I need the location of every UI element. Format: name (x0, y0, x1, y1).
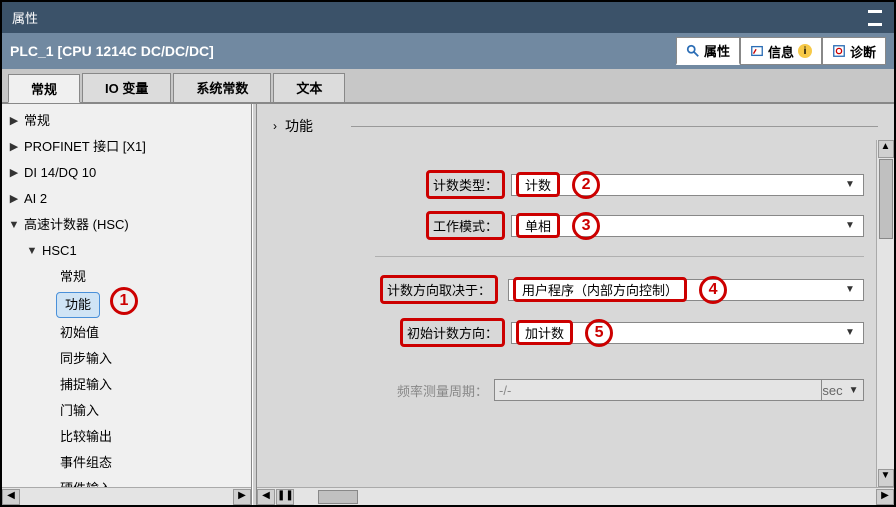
chevron-down-icon: ▼ (841, 220, 859, 231)
annotation-badge: 4 (699, 276, 727, 304)
select-work-mode[interactable]: 单相 3 ▼ (511, 215, 864, 237)
tree-panel: ▶常规 ▶PROFINET 接口 [X1] ▶DI 14/DQ 10 ▶AI 2… (2, 104, 252, 505)
scroll-right-icon[interactable]: ▶ (233, 489, 251, 505)
separator (375, 256, 864, 257)
label-work-mode: 工作模式： (426, 211, 505, 240)
hr-line (351, 126, 878, 127)
select-count-dir-dep[interactable]: 用户程序（内部方向控制） 4 ▼ (508, 279, 864, 301)
detail-vscrollbar[interactable]: ▲ ▼ (876, 140, 894, 487)
tree-item-hsc1-syncin[interactable]: 同步输入 (2, 346, 251, 372)
tab-diagnostics[interactable]: 诊断 (822, 37, 886, 65)
scroll-left-icon[interactable]: ◀ (257, 489, 275, 505)
tree-item-ai2[interactable]: ▶AI 2 (2, 186, 251, 212)
select-init-count-dir[interactable]: 加计数 5 ▼ (511, 322, 864, 344)
section-title: 功能 (285, 116, 313, 136)
tree-item-hsc1-evtcfg[interactable]: 事件组态 (2, 450, 251, 476)
chevron-down-icon: ▼ (8, 215, 20, 235)
titlebar: 属性 (2, 2, 894, 33)
device-name: PLC_1 [CPU 1214C DC/DC/DC] (10, 43, 214, 59)
chevron-down-icon: ▼ (26, 241, 38, 261)
chevron-down-icon: ▼ (841, 284, 859, 295)
scroll-thumb[interactable] (318, 490, 358, 504)
tree-content: ▶常规 ▶PROFINET 接口 [X1] ▶DI 14/DQ 10 ▶AI 2… (2, 104, 251, 487)
label-freq-period: 频率测量周期： (269, 381, 494, 400)
chevron-right-icon: ▶ (8, 137, 20, 157)
row-init-count-dir: 初始计数方向： 加计数 5 ▼ (269, 318, 864, 347)
detail-body: 计数类型： 计数 2 ▼ 工作模式： (257, 140, 876, 487)
chevron-right-icon: ▶ (8, 189, 20, 209)
tree-item-hsc1[interactable]: ▼HSC1 (2, 238, 251, 264)
chevron-right-icon: ▶ (8, 111, 20, 131)
annotation-badge: 1 (110, 287, 138, 315)
annotation-badge: 2 (572, 171, 600, 199)
detail-header: › 功能 (257, 104, 894, 140)
collapse-icon[interactable] (868, 10, 884, 26)
label-count-type: 计数类型： (426, 170, 505, 199)
info-icon (750, 44, 764, 58)
properties-icon (686, 44, 700, 58)
row-count-dir-dep: 计数方向取决于： 用户程序（内部方向控制） 4 ▼ (269, 273, 864, 306)
tab-label: 信息 (768, 42, 794, 61)
annotation-badge: 5 (585, 319, 613, 347)
page-tab-text[interactable]: 文本 (273, 73, 345, 102)
scroll-right-icon[interactable]: ▶ (876, 489, 894, 505)
select-value: 单相 (516, 213, 560, 238)
tab-label: 属性 (704, 41, 730, 60)
annotation-badge: 3 (572, 212, 600, 240)
select-value: 加计数 (516, 320, 573, 345)
body-area: ▶常规 ▶PROFINET 接口 [X1] ▶DI 14/DQ 10 ▶AI 2… (2, 103, 894, 505)
tree-item-di14dq10[interactable]: ▶DI 14/DQ 10 (2, 160, 251, 186)
chevron-right-icon: › (273, 119, 277, 133)
tree-item-profinet[interactable]: ▶PROFINET 接口 [X1] (2, 134, 251, 160)
label-count-dir-dep: 计数方向取决于： (376, 273, 502, 306)
select-value: 用户程序（内部方向控制） (513, 277, 687, 302)
page-tabs: 常规 IO 变量 系统常数 文本 (2, 73, 894, 102)
page-tab-sys-const[interactable]: 系统常数 (173, 73, 271, 102)
row-count-type: 计数类型： 计数 2 ▼ (269, 170, 864, 199)
tree-item-hsc1-gatein[interactable]: 门输入 (2, 398, 251, 424)
diagnostics-icon (832, 44, 846, 58)
row-work-mode: 工作模式： 单相 3 ▼ (269, 211, 864, 240)
select-value: -/- (499, 383, 511, 398)
properties-window: 属性 PLC_1 [CPU 1214C DC/DC/DC] 属性 信息 i 诊断 (0, 0, 896, 507)
chevron-down-icon: ▼ (841, 179, 859, 190)
select-freq-period: -/- (494, 379, 822, 401)
info-badge-icon: i (798, 44, 812, 58)
tab-label: 诊断 (850, 42, 876, 61)
tree-hscrollbar[interactable]: ◀ ▶ (2, 487, 251, 505)
select-value: 计数 (516, 172, 560, 197)
chevron-right-icon: ▶ (8, 163, 20, 183)
page-tab-io-vars[interactable]: IO 变量 (82, 73, 171, 102)
chevron-down-icon: ▼ (841, 327, 859, 338)
scroll-up-icon[interactable]: ▲ (878, 140, 894, 158)
tree-item-hsc[interactable]: ▼高速计数器 (HSC) (2, 212, 251, 238)
tree-item-hsc1-initval[interactable]: 初始值 (2, 320, 251, 346)
tree-item-general[interactable]: ▶常规 (2, 108, 251, 134)
scroll-down-icon[interactable]: ▼ (878, 469, 894, 487)
window-title: 属性 (12, 8, 38, 27)
tree-item-hsc1-cmpout[interactable]: 比较输出 (2, 424, 251, 450)
page-tab-general[interactable]: 常规 (8, 74, 80, 103)
tab-properties[interactable]: 属性 (676, 37, 740, 65)
tree-item-hsc1-capin[interactable]: 捕捉输入 (2, 372, 251, 398)
detail-hscrollbar[interactable]: ◀ ❚❚ ▶ (257, 487, 894, 505)
scroll-left-icon[interactable]: ◀ (2, 489, 20, 505)
row-freq-period: 频率测量周期： -/- sec ▼ (269, 379, 864, 401)
unit-select[interactable]: sec ▼ (822, 379, 864, 401)
page-tabbar: 常规 IO 变量 系统常数 文本 (2, 69, 894, 103)
tree-item-hsc1-function[interactable]: 功能 1 (2, 290, 251, 320)
scroll-home-icon[interactable]: ❚❚ (276, 489, 294, 505)
select-count-type[interactable]: 计数 2 ▼ (511, 174, 864, 196)
detail-panel: › 功能 计数类型： 计数 2 ▼ (257, 104, 894, 505)
tree-item-hsc1-hwin[interactable]: 硬件输入 (2, 476, 251, 487)
label-init-count-dir: 初始计数方向： (400, 318, 505, 347)
subheader: PLC_1 [CPU 1214C DC/DC/DC] 属性 信息 i 诊断 (2, 33, 894, 69)
scroll-thumb[interactable] (879, 159, 893, 239)
top-tabs: 属性 信息 i 诊断 (676, 37, 886, 65)
tab-info[interactable]: 信息 i (740, 37, 822, 65)
tree-item-hsc1-general[interactable]: 常规 (2, 264, 251, 290)
chevron-down-icon: ▼ (845, 385, 863, 396)
